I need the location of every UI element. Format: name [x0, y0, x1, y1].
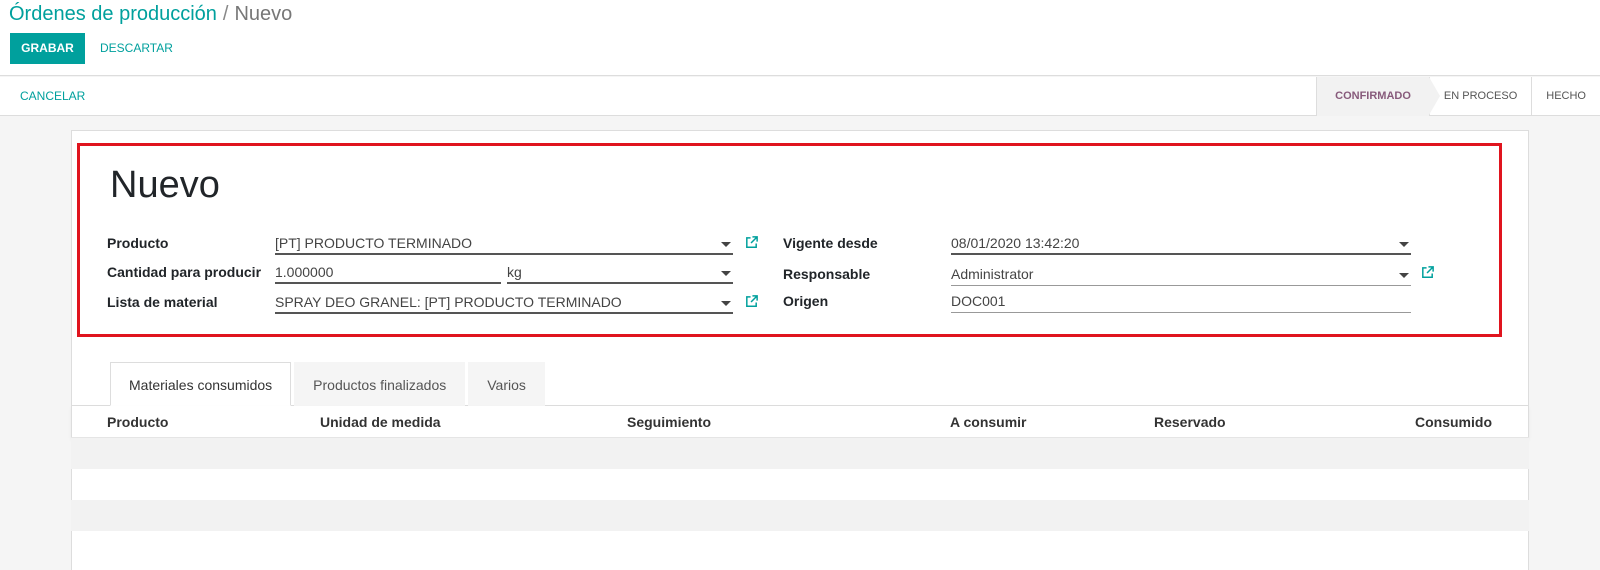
product-field[interactable]: [PT] PRODUCTO TERMINADO: [275, 233, 733, 255]
column-header-consumido[interactable]: Consumido: [1415, 406, 1492, 438]
stage-confirmado[interactable]: CONFIRMADO: [1316, 77, 1440, 116]
tab-productos-finalizados[interactable]: Productos finalizados: [294, 362, 466, 406]
chevron-down-icon[interactable]: [721, 271, 731, 276]
bom-value: SPRAY DEO GRANEL: [PT] PRODUCTO TERMINAD…: [275, 294, 622, 310]
stage-hecho[interactable]: HECHO: [1531, 77, 1600, 116]
control-panel: Órdenes de producción / Nuevo GRABAR DESCA…: [0, 0, 1600, 76]
column-header-producto[interactable]: Producto: [107, 406, 168, 438]
statusbar: CANCELAR CONFIRMADO EN PROCESO HECHO: [0, 77, 1600, 116]
date-value: 08/01/2020 13:42:20: [951, 235, 1080, 251]
column-header-a-consumir[interactable]: A consumir: [950, 406, 1027, 438]
tab-varios[interactable]: Varios: [468, 362, 545, 406]
stage-en-proceso[interactable]: EN PROCESO: [1428, 77, 1531, 116]
origin-label: Origen: [783, 293, 829, 309]
notebook-tabs: Materiales consumidos Productos finaliza…: [110, 362, 548, 406]
chevron-down-icon[interactable]: [1399, 242, 1409, 247]
column-header-seguimiento[interactable]: Seguimiento: [627, 406, 711, 438]
chevron-down-icon[interactable]: [1399, 273, 1409, 278]
column-header-unidad[interactable]: Unidad de medida: [320, 406, 441, 438]
chevron-down-icon[interactable]: [721, 301, 731, 306]
responsible-field[interactable]: Administrator: [951, 264, 1411, 286]
date-field[interactable]: 08/01/2020 13:42:20: [951, 233, 1411, 255]
table-header: Producto Unidad de medida Seguimiento A …: [71, 406, 1529, 438]
record-title: Nuevo: [110, 164, 220, 206]
breadcrumb-separator: /: [222, 3, 229, 25]
uom-field[interactable]: kg: [507, 262, 733, 284]
cancel-button[interactable]: CANCELAR: [20, 77, 85, 116]
table-row: [71, 438, 1529, 469]
date-label: Vigente desde: [783, 235, 878, 251]
quantity-value: 1.000000: [275, 264, 334, 280]
bom-field[interactable]: SPRAY DEO GRANEL: [PT] PRODUCTO TERMINAD…: [275, 292, 733, 314]
external-link-icon[interactable]: [744, 235, 759, 250]
table-row: [71, 531, 1529, 562]
bom-label: Lista de material: [107, 294, 218, 310]
discard-button[interactable]: DESCARTAR: [92, 33, 181, 64]
quantity-label: Cantidad para producir: [107, 264, 262, 280]
table-row: [71, 500, 1529, 531]
origin-value: DOC001: [951, 293, 1006, 309]
chevron-down-icon[interactable]: [721, 242, 731, 247]
product-label: Producto: [107, 235, 169, 251]
breadcrumb: Órdenes de producción / Nuevo: [9, 2, 292, 26]
breadcrumb-current: Nuevo: [234, 3, 293, 25]
responsible-value: Administrator: [951, 266, 1034, 282]
external-link-icon[interactable]: [744, 294, 759, 309]
tab-materiales-consumidos[interactable]: Materiales consumidos: [110, 362, 292, 406]
responsible-label: Responsable: [783, 266, 871, 282]
stage-bar: CONFIRMADO EN PROCESO HECHO: [1316, 77, 1600, 116]
quantity-field[interactable]: 1.000000: [275, 262, 501, 284]
save-button[interactable]: GRABAR: [10, 33, 85, 64]
external-link-icon[interactable]: [1420, 265, 1435, 280]
uom-value: kg: [507, 264, 522, 280]
product-value: [PT] PRODUCTO TERMINADO: [275, 235, 473, 251]
origin-field[interactable]: DOC001: [951, 291, 1411, 313]
table-row: [71, 469, 1529, 500]
column-header-reservado[interactable]: Reservado: [1154, 406, 1226, 438]
breadcrumb-parent-link[interactable]: Órdenes de producción: [9, 3, 217, 25]
